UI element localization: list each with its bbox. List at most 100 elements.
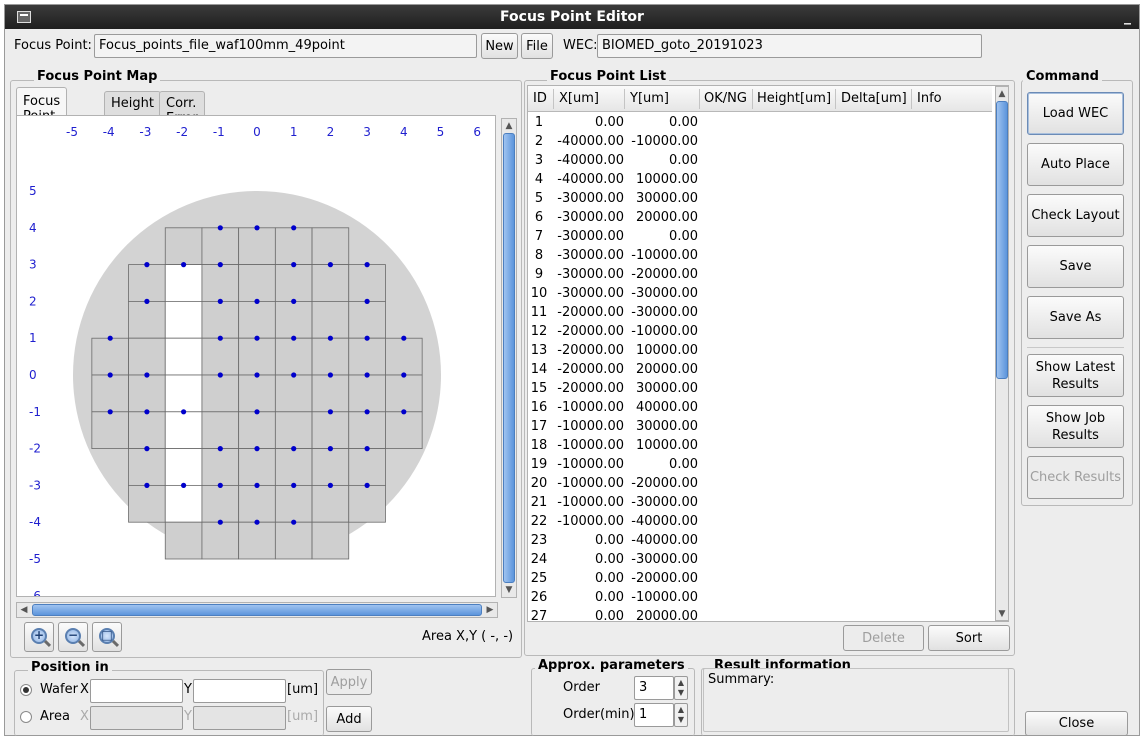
column-delta[interactable]: Delta[um] [841,91,907,106]
new-button[interactable]: New [481,33,518,59]
focus-point-marker [327,262,333,268]
list-vscroll-thumb[interactable] [996,101,1008,379]
table-row[interactable]: 18 -10000.00 10000.00 [528,437,992,456]
table-row[interactable]: 10 -30000.00 -30000.00 [528,285,992,304]
wafer-x-input[interactable] [90,679,183,703]
column-ok-ng[interactable]: OK/NG [704,91,747,106]
map-vertical-scrollbar[interactable]: ▲ ▼ [501,118,517,598]
order-spinner[interactable]: ▲ ▼ [674,676,688,700]
list-vertical-scrollbar[interactable]: ▲ ▼ [995,86,1009,621]
table-row[interactable]: 24 0.00 -30000.00 [528,551,992,570]
column-y[interactable]: Y[um] [630,91,669,106]
add-button[interactable]: Add [326,706,372,732]
cell-y: 0.00 [669,229,698,244]
table-row[interactable]: 4 -40000.00 10000.00 [528,171,992,190]
column-x[interactable]: X[um] [559,91,599,106]
scroll-left-icon[interactable]: ◀ [17,603,31,617]
cell-id: 20 [530,476,548,491]
table-row[interactable]: 11 -20000.00 -30000.00 [528,304,992,323]
delete-button[interactable]: Delete [843,625,924,651]
table-row[interactable]: 13 -20000.00 10000.00 [528,342,992,361]
zoom-out-button[interactable]: − [58,622,88,652]
table-row[interactable]: 5 -30000.00 30000.00 [528,190,992,209]
table-row[interactable]: 20 -10000.00 -20000.00 [528,475,992,494]
table-row[interactable]: 8 -30000.00 -10000.00 [528,247,992,266]
scroll-right-icon[interactable]: ▶ [483,603,497,617]
zoom-in-button[interactable]: + [24,622,54,652]
table-row[interactable]: 25 0.00 -20000.00 [528,570,992,589]
tab-corr-error[interactable]: Corr. Error [159,91,205,126]
table-row[interactable]: 17 -10000.00 30000.00 [528,418,992,437]
die-cell [201,300,240,339]
area-x-input[interactable] [90,706,183,730]
cell-id: 18 [530,438,548,453]
focus-point-list-title: Focus Point List [547,69,670,84]
map-hscroll-thumb[interactable] [32,604,482,616]
table-row[interactable]: 16 -10000.00 40000.00 [528,399,992,418]
column-height[interactable]: Height[um] [757,91,831,106]
table-row[interactable]: 12 -20000.00 -10000.00 [528,323,992,342]
column-id[interactable]: ID [533,91,547,106]
cell-y: 20000.00 [635,210,698,225]
order-min-input[interactable]: 1 [634,703,674,727]
area-coordinates-readout: Area X,Y ( -, -) [422,629,514,644]
minimize-icon[interactable]: _ [1124,9,1131,25]
cell-y: -30000.00 [631,552,698,567]
order-input[interactable]: 3 [634,676,674,700]
focus-point-marker [107,372,113,378]
wafer-map-canvas[interactable]: -5 -4 -3 -2 -1 0 1 2 3 4 5 6 5 4 3 2 1 0 -1 -2 -3 -4 -5 -6 [17,116,495,596]
table-row[interactable]: 9 -30000.00 -20000.00 [528,266,992,285]
wafer-map[interactable]: -5 -4 -3 -2 -1 0 1 2 3 4 5 6 5 4 3 2 1 0 -1 -2 -3 -4 -5 -6 [16,115,496,597]
area-radio-label: Area [40,709,70,724]
table-row[interactable]: 14 -20000.00 20000.00 [528,361,992,380]
map-vscroll-thumb[interactable] [503,133,515,583]
show-job-results-button[interactable]: Show Job Results [1027,405,1124,448]
table-row[interactable]: 21 -10000.00 -30000.00 [528,494,992,513]
table-row[interactable]: 19 -10000.00 0.00 [528,456,992,475]
table-row[interactable]: 26 0.00 -10000.00 [528,589,992,608]
list-scroll-up-icon[interactable]: ▲ [995,87,1009,101]
table-row[interactable]: 3 -40000.00 0.00 [528,152,992,171]
check-results-button[interactable]: Check Results [1027,456,1124,499]
wafer-radio[interactable] [20,684,32,696]
wafer-y-input[interactable] [193,679,286,703]
table-row[interactable]: 27 0.00 20000.00 [528,608,992,627]
check-layout-button[interactable]: Check Layout [1027,194,1124,237]
save-as-button[interactable]: Save As [1027,296,1124,339]
table-row[interactable]: 15 -20000.00 30000.00 [528,380,992,399]
table-row[interactable]: 23 0.00 -40000.00 [528,532,992,551]
table-row[interactable]: 1 0.00 0.00 [528,114,992,133]
scroll-up-icon[interactable]: ▲ [502,119,516,133]
scroll-down-icon[interactable]: ▼ [502,583,516,597]
table-row[interactable]: 7 -30000.00 0.00 [528,228,992,247]
load-wec-button[interactable]: Load WEC [1027,92,1124,135]
position-in-title: Position in [28,660,112,675]
tab-focus-point[interactable]: Focus Point [16,87,68,124]
focus-point-table[interactable]: ID X[um] Y[um] OK/NG Height[um] Delta[um… [527,85,1009,624]
list-scroll-down-icon[interactable]: ▼ [995,607,1009,621]
die-cell [128,374,166,413]
apply-button[interactable]: Apply [326,669,372,695]
map-horizontal-scrollbar[interactable]: ◀ ▶ [16,602,498,618]
wec-field[interactable]: BIOMED_goto_20191023 [597,34,982,58]
auto-place-button[interactable]: Auto Place [1027,143,1124,186]
table-row[interactable]: 6 -30000.00 20000.00 [528,209,992,228]
area-y-input[interactable] [193,706,286,730]
column-info[interactable]: Info [917,91,942,106]
sort-button[interactable]: Sort [928,625,1010,651]
focus-point-file-field[interactable]: Focus_points_file_waf100mm_49point [94,34,477,58]
table-row[interactable]: 2 -40000.00 -10000.00 [528,133,992,152]
tab-height[interactable]: Height [104,91,161,115]
cell-y: 40000.00 [635,400,698,415]
cell-id: 5 [534,191,544,206]
order-min-spinner[interactable]: ▲ ▼ [674,703,688,727]
save-button[interactable]: Save [1027,245,1124,288]
file-button[interactable]: File [521,33,553,59]
zoom-fit-button[interactable]: □ [92,622,122,652]
area-radio[interactable] [20,711,32,723]
cell-y: 30000.00 [635,419,698,434]
close-button[interactable]: Close [1025,711,1128,736]
die-cell [311,484,350,523]
show-latest-results-button[interactable]: Show Latest Results [1027,354,1124,397]
table-row[interactable]: 22 -10000.00 -40000.00 [528,513,992,532]
